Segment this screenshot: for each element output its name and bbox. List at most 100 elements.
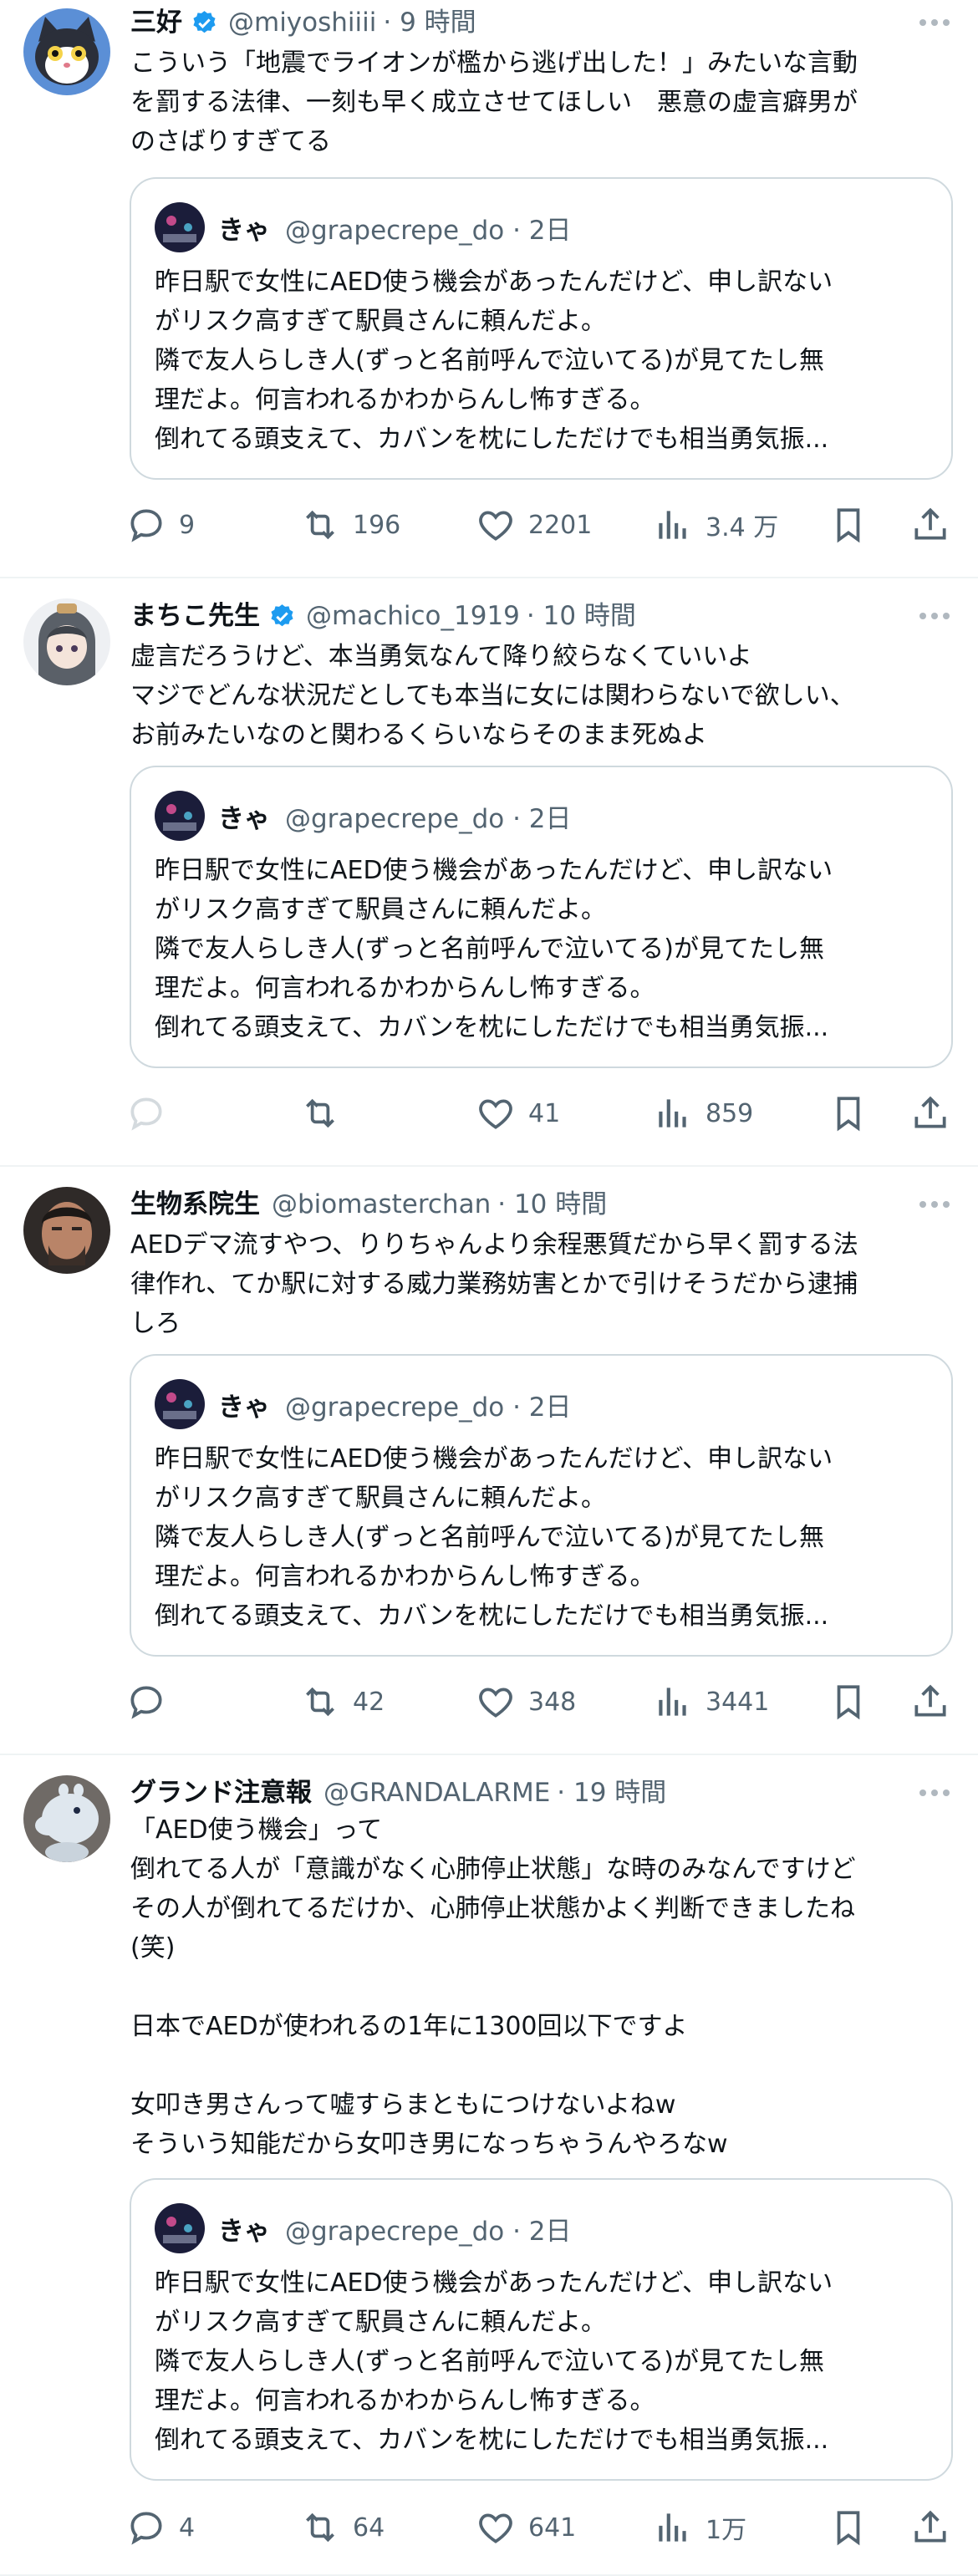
quoted-line: 倒れてる頭支えて、カバンを枕にしただけでも相当勇気振... <box>155 1013 829 1042</box>
quoted-line: 隣で友人らしき人(ずっと名前呼んで泣いてる)が見てたし無 <box>155 1523 825 1552</box>
handle[interactable]: @GRANDALARME <box>323 1772 550 1814</box>
quoted-header: きゃ @grapecrepe_do · 2日 <box>155 791 572 841</box>
repost-count: 196 <box>353 510 401 540</box>
handle[interactable]: @machico_1919 <box>306 595 520 637</box>
tweet[interactable]: 生物系院生 @biomasterchan · 10 時間 AEDデマ流すやつ、り… <box>0 1167 978 1755</box>
avatar[interactable] <box>23 8 110 95</box>
share-icon <box>914 1684 946 1717</box>
avatar[interactable] <box>23 1187 110 1274</box>
avatar[interactable] <box>23 598 110 685</box>
view-count: 859 <box>705 1098 754 1128</box>
quoted-line: 理だよ。何言われるかわからんし怖すぎる。 <box>155 385 655 415</box>
tweet-header: まちこ先生 @machico_1919 · 10 時間 <box>130 595 953 637</box>
analytics-icon <box>659 1688 686 1716</box>
repost-button[interactable]: 196 <box>299 500 400 550</box>
verified-badge-icon <box>271 603 293 626</box>
share-button[interactable] <box>909 500 951 550</box>
quoted-text: 昨日駅で女性にAED使う機会があったんだけど、申し訳ない がリスク高すぎて駅員さ… <box>155 1439 932 1636</box>
quoted-line: 理だよ。何言われるかわからんし怖すぎる。 <box>155 2386 655 2416</box>
quoted-tweet[interactable]: きゃ @grapecrepe_do · 2日 昨日駅で女性にAED使う機会があっ… <box>130 766 953 1068</box>
quoted-header: きゃ @grapecrepe_do · 2日 <box>155 202 572 252</box>
moomin-avatar-icon <box>23 1775 110 1862</box>
tweet-header: 三好 @miyoshiiii · 9 時間 <box>130 2 953 43</box>
quoted-line: 隣で友人らしき人(ずっと名前呼んで泣いてる)が見てたし無 <box>155 934 825 964</box>
bookmark-icon <box>837 1685 860 1720</box>
avatar[interactable] <box>23 1775 110 1862</box>
reply-button[interactable]: 9 <box>125 500 195 550</box>
display-name[interactable]: グランド注意報 <box>130 1772 312 1814</box>
bookmark-icon <box>837 1097 860 1132</box>
handle[interactable]: @miyoshiiii <box>228 2 376 43</box>
like-button[interactable]: 2201 <box>475 500 592 550</box>
quoted-header: きゃ @grapecrepe_do · 2日 <box>155 1379 572 1429</box>
display-name[interactable]: 三好 <box>130 2 182 43</box>
tweet-text: 「AED使う機会」って 倒れてる人が「意識がなく心肺停止状態」な時のみなんですけ… <box>130 1815 856 2159</box>
reply-button[interactable] <box>125 1677 179 1727</box>
like-button[interactable]: 348 <box>475 1677 576 1727</box>
views-button[interactable]: 3441 <box>652 1677 769 1727</box>
views-button[interactable]: 859 <box>652 1088 753 1138</box>
repost-icon <box>306 1098 334 1128</box>
like-button[interactable]: 641 <box>475 2502 576 2553</box>
quoted-tweet[interactable]: きゃ @grapecrepe_do · 2日 昨日駅で女性にAED使う機会があっ… <box>130 1354 953 1657</box>
bookmark-button[interactable] <box>828 500 869 550</box>
action-bar: 9 196 2201 3.4 万 <box>125 500 953 550</box>
views-button[interactable]: 1万 <box>652 2502 746 2553</box>
share-button[interactable] <box>909 1088 951 1138</box>
like-button[interactable]: 41 <box>475 1088 560 1138</box>
timestamp[interactable]: · 10 時間 <box>527 595 636 637</box>
tweet-text: こういう「地震でライオンが檻から逃げ出した！」みたいな言動 を罰する法律、一刻も… <box>130 48 858 156</box>
quoted-header: きゃ @grapecrepe_do · 2日 <box>155 2203 572 2253</box>
repost-count: 64 <box>353 2512 385 2543</box>
night-photo-avatar-icon <box>155 2203 205 2253</box>
repost-count: 42 <box>353 1687 385 1717</box>
like-count: 641 <box>528 2512 577 2543</box>
handle[interactable]: @biomasterchan <box>272 1184 491 1225</box>
tweet-header: グランド注意報 @GRANDALARME · 19 時間 <box>130 1772 953 1814</box>
quoted-display-name: きゃ <box>218 215 270 246</box>
reply-count: 9 <box>179 510 196 540</box>
bookmark-button[interactable] <box>828 1088 869 1138</box>
quoted-line: 昨日駅で女性にAED使う機会があったんだけど、申し訳ない <box>155 856 833 885</box>
share-button[interactable] <box>909 1677 951 1727</box>
display-name[interactable]: 生物系院生 <box>130 1184 260 1225</box>
quoted-avatar <box>155 1379 205 1429</box>
more-options-icon[interactable] <box>916 595 953 637</box>
bookmark-icon <box>837 2511 860 2546</box>
bookmark-button[interactable] <box>828 1677 869 1727</box>
reply-count: 4 <box>179 2512 196 2543</box>
quoted-line: 昨日駅で女性にAED使う機会があったんだけど、申し訳ない <box>155 2268 833 2298</box>
tweet[interactable]: まちこ先生 @machico_1919 · 10 時間 虚言だろうけど、本当勇気… <box>0 578 978 1167</box>
views-button[interactable]: 3.4 万 <box>652 500 778 550</box>
heart-icon <box>479 511 512 541</box>
tweet[interactable]: グランド注意報 @GRANDALARME · 19 時間 「AED使う機会」って… <box>0 1755 978 2576</box>
tweet[interactable]: 三好 @miyoshiiii · 9 時間 こういう「地震でライオンが檻から逃げ… <box>0 0 978 578</box>
repost-button[interactable] <box>299 1088 353 1138</box>
repost-button[interactable]: 64 <box>299 2502 385 2553</box>
share-icon <box>914 1096 946 1128</box>
heart-icon <box>479 1688 512 1718</box>
night-photo-avatar-icon <box>155 202 205 252</box>
quoted-avatar <box>155 2203 205 2253</box>
more-options-icon[interactable] <box>916 1772 953 1814</box>
quoted-tweet[interactable]: きゃ @grapecrepe_do · 2日 昨日駅で女性にAED使う機会があっ… <box>130 177 953 480</box>
timestamp[interactable]: · 19 時間 <box>557 1772 666 1814</box>
quoted-line: 隣で友人らしき人(ずっと名前呼んで泣いてる)が見てたし無 <box>155 346 825 375</box>
quoted-tweet[interactable]: きゃ @grapecrepe_do · 2日 昨日駅で女性にAED使う機会があっ… <box>130 2178 953 2481</box>
more-options-icon[interactable] <box>916 2 953 43</box>
bookmark-button[interactable] <box>828 2502 869 2553</box>
repost-icon <box>306 2512 334 2543</box>
action-bar: 42 348 3441 <box>125 1677 953 1727</box>
display-name[interactable]: まちこ先生 <box>130 595 260 637</box>
reply-icon <box>130 509 162 542</box>
reply-button[interactable] <box>125 1088 179 1138</box>
heart-icon <box>479 2513 512 2543</box>
reply-button[interactable]: 4 <box>125 2502 195 2553</box>
more-options-icon[interactable] <box>916 1184 953 1225</box>
quoted-line: 倒れてる頭支えて、カバンを枕にしただけでも相当勇気振... <box>155 2426 829 2455</box>
reply-icon <box>130 2512 162 2545</box>
timestamp[interactable]: · 9 時間 <box>383 2 476 43</box>
repost-button[interactable]: 42 <box>299 1677 385 1727</box>
timestamp[interactable]: · 10 時間 <box>497 1184 607 1225</box>
share-button[interactable] <box>909 2502 951 2553</box>
